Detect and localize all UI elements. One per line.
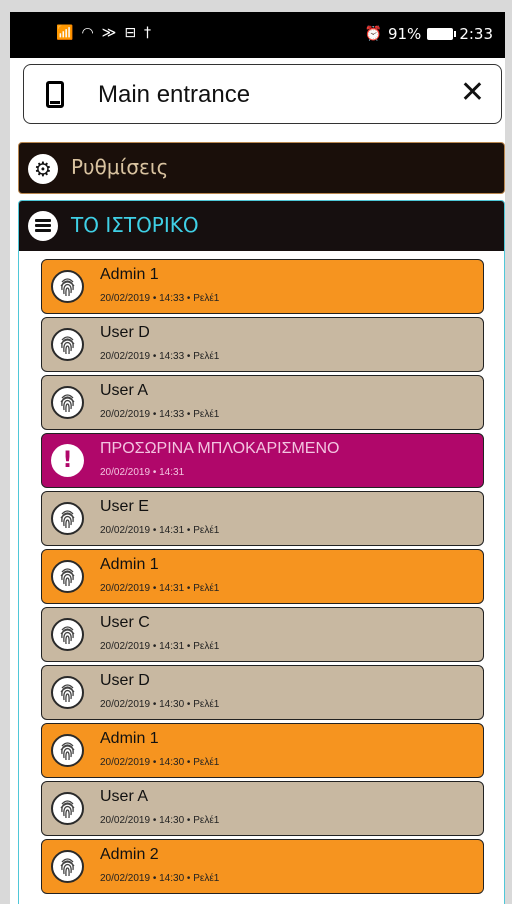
fingerprint-icon bbox=[51, 734, 84, 767]
settings-label: Ρυθμίσεις bbox=[71, 155, 169, 179]
clock: 2:33 bbox=[459, 25, 493, 43]
history-section: ΤΟ ΙΣΤΟΡΙΚΟ Admin 1 20/02/2019 • 14:33 • … bbox=[18, 200, 505, 904]
history-entry[interactable]: Admin 1 20/02/2019 • 14:30 • Ρελέ1 bbox=[41, 723, 484, 778]
fingerprint-icon bbox=[51, 850, 84, 883]
battery-icon bbox=[427, 28, 457, 40]
list-icon bbox=[28, 211, 58, 241]
antenna-icon: † bbox=[144, 25, 152, 41]
entry-name: User C bbox=[100, 614, 150, 631]
entry-detail: 20/02/2019 • 14:31 • Ρελέ1 bbox=[100, 525, 220, 536]
device-header: Main entrance ✕ bbox=[23, 64, 502, 124]
status-right: ⏰ 91% 2:33 bbox=[365, 25, 493, 43]
history-entry[interactable]: User D 20/02/2019 • 14:30 • Ρελέ1 bbox=[41, 665, 484, 720]
fingerprint-icon bbox=[51, 618, 84, 651]
history-entry[interactable]: Admin 1 20/02/2019 • 14:31 • Ρελέ1 bbox=[41, 549, 484, 604]
fingerprint-icon bbox=[51, 792, 84, 825]
entry-detail: 20/02/2019 • 14:30 • Ρελέ1 bbox=[100, 815, 220, 826]
close-icon[interactable]: ✕ bbox=[460, 77, 485, 109]
alarm-icon: ⏰ bbox=[364, 26, 382, 42]
entry-detail: 20/02/2019 • 14:30 • Ρελέ1 bbox=[100, 873, 220, 884]
alert-icon: ! bbox=[51, 444, 84, 477]
entry-name: User D bbox=[100, 324, 150, 341]
entry-detail: 20/02/2019 • 14:30 • Ρελέ1 bbox=[100, 757, 220, 768]
fingerprint-icon bbox=[51, 270, 84, 303]
fingerprint-icon bbox=[51, 386, 84, 419]
entry-detail: 20/02/2019 • 14:30 • Ρελέ1 bbox=[100, 699, 220, 710]
history-entry[interactable]: User A 20/02/2019 • 14:33 • Ρελέ1 bbox=[41, 375, 484, 430]
entry-detail: 20/02/2019 • 14:33 • Ρελέ1 bbox=[100, 293, 220, 304]
history-entry[interactable]: User D 20/02/2019 • 14:33 • Ρελέ1 bbox=[41, 317, 484, 372]
entry-name: User A bbox=[100, 382, 149, 399]
entry-detail: 20/02/2019 • 14:33 • Ρελέ1 bbox=[100, 409, 220, 420]
entry-detail: 20/02/2019 • 14:31 bbox=[100, 467, 185, 478]
entry-name: User A bbox=[100, 788, 149, 805]
status-left: 📶 ◠ ≫ ⊟ † bbox=[56, 25, 151, 41]
fingerprint-icon bbox=[51, 676, 84, 709]
fingerprint-icon bbox=[51, 560, 84, 593]
history-list: Admin 1 20/02/2019 • 14:33 • Ρελέ1 User D 2… bbox=[41, 259, 484, 897]
entry-detail: 20/02/2019 • 14:31 • Ρελέ1 bbox=[100, 641, 220, 652]
page-title: Main entrance bbox=[98, 81, 251, 108]
phone-icon bbox=[46, 81, 64, 108]
battery-percent: 91% bbox=[387, 25, 422, 43]
history-entry[interactable]: ! ΠΡΟΣΩΡΙΝΑ ΜΠΛΟΚΑΡΙΣΜΕΝΟ 20/02/2019 • 14:… bbox=[41, 433, 484, 488]
gear-icon: ⚙ bbox=[28, 154, 58, 184]
entry-name: Admin 2 bbox=[100, 846, 159, 863]
entry-name: Admin 1 bbox=[100, 266, 159, 283]
hotspot-icon: ≫ bbox=[101, 25, 117, 41]
entry-name: User D bbox=[100, 672, 150, 689]
settings-section[interactable]: ⚙ Ρυθμίσεις bbox=[18, 142, 505, 194]
entry-name: User E bbox=[100, 498, 149, 515]
entry-name: Admin 1 bbox=[100, 730, 159, 747]
fingerprint-icon bbox=[51, 502, 84, 535]
car-icon: ⊟ bbox=[124, 25, 137, 41]
entry-name: Admin 1 bbox=[100, 556, 159, 573]
signal-icon: 📶 bbox=[56, 25, 74, 41]
entry-name: ΠΡΟΣΩΡΙΝΑ ΜΠΛΟΚΑΡΙΣΜΕΝΟ bbox=[100, 440, 340, 457]
entry-detail: 20/02/2019 • 14:31 • Ρελέ1 bbox=[100, 583, 220, 594]
history-entry[interactable]: User A 20/02/2019 • 14:30 • Ρελέ1 bbox=[41, 781, 484, 836]
history-header[interactable]: ΤΟ ΙΣΤΟΡΙΚΟ bbox=[19, 201, 504, 251]
history-entry[interactable]: Admin 2 20/02/2019 • 14:30 • Ρελέ1 bbox=[41, 839, 484, 894]
history-entry[interactable]: User C 20/02/2019 • 14:31 • Ρελέ1 bbox=[41, 607, 484, 662]
history-label: ΤΟ ΙΣΤΟΡΙΚΟ bbox=[71, 213, 199, 237]
history-entry[interactable]: User E 20/02/2019 • 14:31 • Ρελέ1 bbox=[41, 491, 484, 546]
status-bar: 📶 ◠ ≫ ⊟ † ⏰ 91% 2:33 bbox=[10, 12, 505, 58]
app-screen: 📶 ◠ ≫ ⊟ † ⏰ 91% 2:33 Main entrance ✕ ⚙ Ρ… bbox=[10, 12, 505, 904]
wifi-icon: ◠ bbox=[81, 25, 94, 41]
fingerprint-icon bbox=[51, 328, 84, 361]
entry-detail: 20/02/2019 • 14:33 • Ρελέ1 bbox=[100, 351, 220, 362]
history-entry[interactable]: Admin 1 20/02/2019 • 14:33 • Ρελέ1 bbox=[41, 259, 484, 314]
